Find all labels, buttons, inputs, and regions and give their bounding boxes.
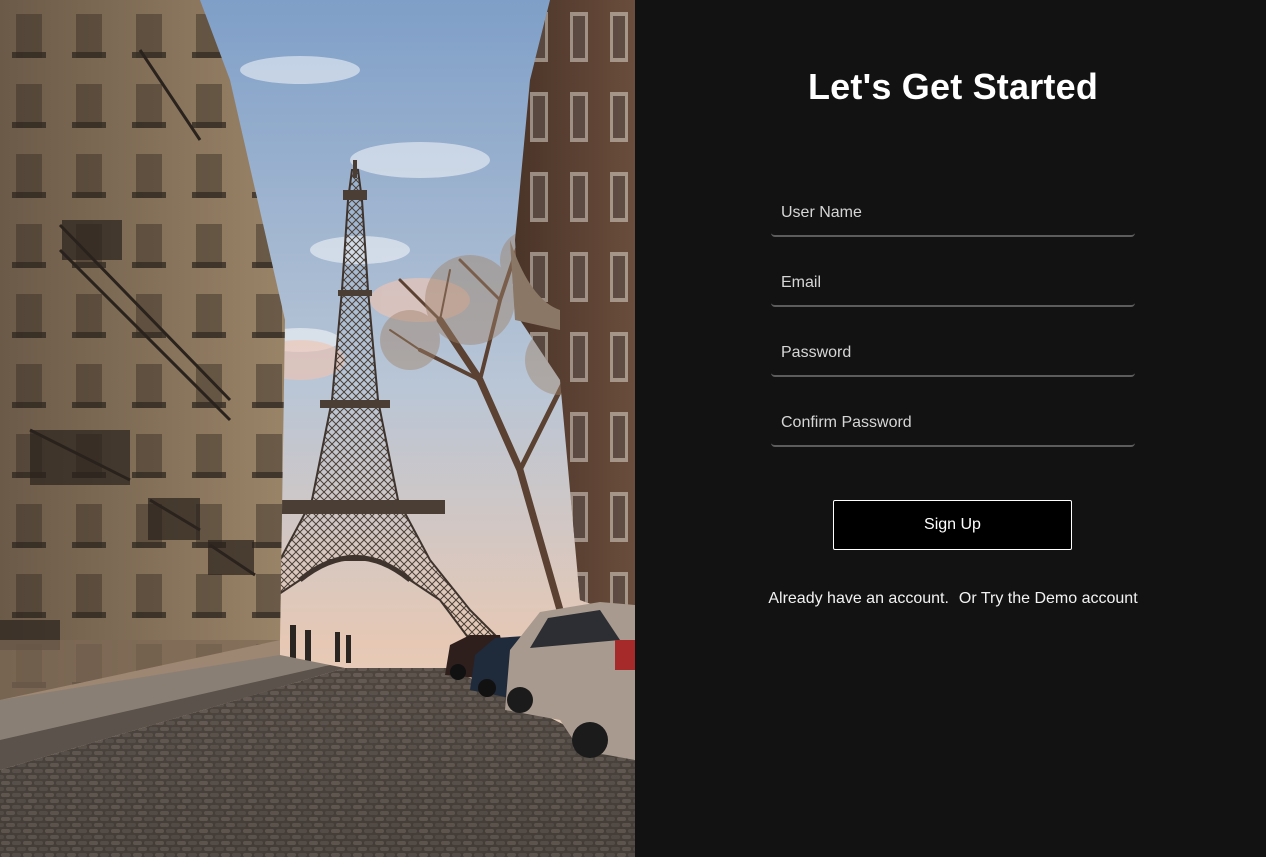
eiffel-tower-street-photo	[0, 0, 635, 857]
sign-up-button[interactable]: Sign Up	[833, 500, 1072, 550]
hero-image	[0, 0, 635, 857]
signup-panel: Let's Get Started Sign Up Already have a…	[635, 0, 1266, 857]
confirm-password-input[interactable]	[771, 401, 1135, 447]
login-link[interactable]: Already have an account.	[768, 590, 949, 607]
account-links: Already have an account. Or Try the Demo …	[635, 590, 1266, 608]
signup-page: Let's Get Started Sign Up Already have a…	[0, 0, 1266, 857]
demo-account-link[interactable]: Or Try the Demo account	[959, 590, 1138, 607]
username-input[interactable]	[771, 191, 1135, 237]
page-title: Let's Get Started	[807, 66, 1099, 107]
password-input[interactable]	[771, 331, 1135, 377]
email-input[interactable]	[771, 261, 1135, 307]
